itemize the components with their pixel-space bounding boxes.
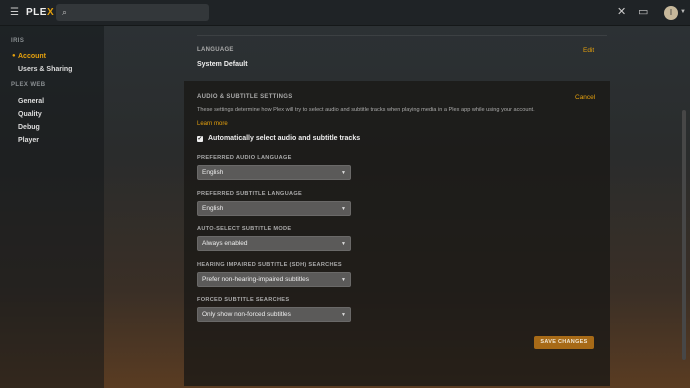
audio-language-value: English [202,169,224,176]
language-value: System Default [197,61,248,68]
language-title: LANGUAGE [197,47,234,53]
subtitle-mode-select[interactable]: Always enabled ▼ [197,236,351,251]
sidebar-item-player[interactable]: Player [18,137,39,144]
forced-subtitle-label: FORCED SUBTITLE SEARCHES [197,297,290,303]
sidebar-section-iris: IRIS [11,38,25,44]
chevron-down-icon: ▼ [341,241,346,247]
tools-icon[interactable]: ✕ [617,6,626,19]
subtitle-language-value: English [202,205,224,212]
audio-language-select[interactable]: English ▼ [197,165,351,180]
panel-title: AUDIO & SUBTITLE SETTINGS [197,94,293,100]
learn-more-link[interactable]: Learn more [197,121,228,127]
subtitle-mode-value: Always enabled [202,240,248,247]
audio-subtitle-panel: AUDIO & SUBTITLE SETTINGS Cancel These s… [184,81,610,386]
forced-subtitle-select[interactable]: Only show non-forced subtitles ▼ [197,307,351,322]
sidebar-item-users-sharing[interactable]: Users & Sharing [18,66,72,73]
search-icon: ⌕ [62,7,68,17]
auto-select-row[interactable]: ✓ Automatically select audio and subtitl… [197,135,360,142]
chevron-down-icon: ▼ [341,206,346,212]
cast-icon[interactable]: ▭ [638,6,648,19]
sidebar: IRIS ● Account Users & Sharing PLEX WEB … [0,26,104,388]
auto-select-checkbox[interactable]: ✓ [197,135,203,142]
brand: ☰ PLEX [10,7,54,18]
sdh-select[interactable]: Prefer non-hearing-impaired subtitles ▼ [197,272,351,287]
language-edit-link[interactable]: Edit [583,47,594,54]
scrollbar[interactable] [682,110,686,360]
sdh-value: Prefer non-hearing-impaired subtitles [202,276,309,283]
search-box[interactable]: ⌕ [56,4,209,21]
hamburger-icon[interactable]: ☰ [10,7,20,18]
top-bar: ☰ PLEX ⌕ ✕ ▭ I ▼ [0,0,690,26]
active-dot-icon: ● [12,53,16,59]
panel-description: These settings determine how Plex will t… [197,107,535,113]
chevron-down-icon[interactable]: ▼ [680,9,686,15]
main-content: LANGUAGE Edit System Default AUDIO & SUB… [104,26,690,388]
sidebar-section-plex-web: PLEX WEB [11,82,46,88]
forced-subtitle-value: Only show non-forced subtitles [202,311,291,318]
cancel-link[interactable]: Cancel [575,94,595,101]
search-input[interactable] [76,6,204,19]
chevron-down-icon: ▼ [341,170,346,176]
auto-select-label[interactable]: Automatically select audio and subtitle … [208,135,360,142]
sdh-label: HEARING IMPAIRED SUBTITLE (SDH) SEARCHES [197,262,342,268]
sidebar-item-debug[interactable]: Debug [18,124,40,131]
sidebar-item-account[interactable]: Account [18,53,46,60]
chevron-down-icon: ▼ [341,312,346,318]
plex-logo[interactable]: PLEX [26,7,54,18]
audio-language-label: PREFERRED AUDIO LANGUAGE [197,155,292,161]
sidebar-item-quality[interactable]: Quality [18,111,42,118]
subtitle-language-label: PREFERRED SUBTITLE LANGUAGE [197,191,303,197]
sidebar-item-general[interactable]: General [18,98,44,105]
subtitle-mode-label: AUTO-SELECT SUBTITLE MODE [197,226,292,232]
avatar[interactable]: I [664,6,678,20]
divider [197,35,607,36]
subtitle-language-select[interactable]: English ▼ [197,201,351,216]
save-changes-button[interactable]: SAVE CHANGES [534,336,594,349]
chevron-down-icon: ▼ [341,277,346,283]
